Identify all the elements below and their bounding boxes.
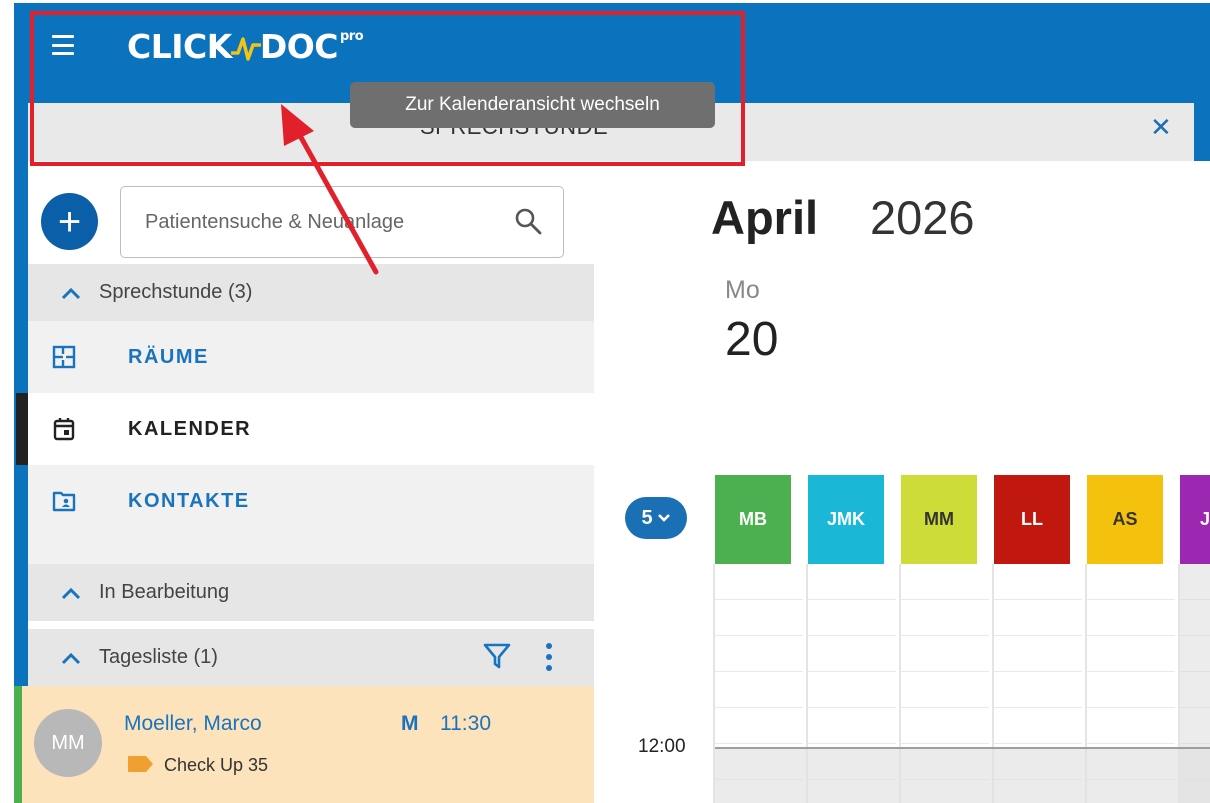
floorplan-icon xyxy=(52,345,76,369)
appointment-tag-icon xyxy=(128,756,153,772)
patient-status-bar xyxy=(14,686,22,803)
resource-column-ll[interactable]: LL xyxy=(994,475,1070,564)
section-header-label: Sprechstunde (3) xyxy=(99,281,253,303)
calendar-year: 2026 xyxy=(870,191,975,244)
patient-name[interactable]: Moeller, Marco xyxy=(124,712,262,736)
calendar-day-number: 20 xyxy=(725,313,779,366)
avatar: MM xyxy=(34,709,102,777)
sidebar-item-label: RÄUME xyxy=(128,345,209,368)
sidebar-item-label: KALENDER xyxy=(128,417,252,440)
resource-count: 5 xyxy=(641,506,653,529)
calendar-weekday: Mo xyxy=(725,276,760,304)
search-icon[interactable] xyxy=(514,207,542,235)
sidebar-item-kontakte[interactable]: KONTAKTE xyxy=(28,465,594,537)
section-header-in-bearbeitung[interactable]: In Bearbeitung xyxy=(28,564,594,621)
resource-column-jmk[interactable]: JMK xyxy=(808,475,884,564)
more-vertical-icon[interactable] xyxy=(542,641,556,673)
sidebar-spacer xyxy=(28,537,594,564)
resource-column-mb[interactable]: MB xyxy=(715,475,791,564)
section-header-sprechstunde[interactable]: Sprechstunde (3) xyxy=(28,264,594,321)
highlight-box xyxy=(30,11,745,166)
calendar-icon xyxy=(53,418,75,441)
resource-column-as[interactable]: AS xyxy=(1087,475,1163,564)
afternoon-shading xyxy=(715,749,1210,803)
chevron-up-icon xyxy=(61,587,81,599)
chevron-up-icon xyxy=(61,287,81,299)
tab-close-icon[interactable]: ✕ xyxy=(1150,114,1172,140)
calendar-month: April xyxy=(711,191,819,244)
resource-count-dropdown[interactable]: 5 xyxy=(625,497,687,539)
patient-search-input[interactable] xyxy=(145,187,495,257)
sidebar-item-raeume[interactable]: RÄUME xyxy=(28,321,594,393)
filter-icon[interactable] xyxy=(483,642,511,670)
app-root: CLICK DOC pro SPRECHSTUNDE ✕ + Sprechstu… xyxy=(0,0,1210,803)
tab-accent-strip xyxy=(1194,103,1210,161)
chevron-down-icon xyxy=(657,514,670,522)
sidebar-item-kalender[interactable]: KALENDER xyxy=(16,393,594,465)
section-header-label: In Bearbeitung xyxy=(99,581,230,603)
patient-doctor-initial: M xyxy=(401,712,419,735)
patient-search-box xyxy=(120,186,564,258)
contacts-folder-icon xyxy=(52,491,76,512)
resource-column-j[interactable]: J xyxy=(1180,475,1210,564)
chevron-up-icon xyxy=(61,652,81,664)
noon-line xyxy=(715,747,1210,749)
section-header-label: Tagesliste (1) xyxy=(99,646,218,668)
add-patient-button[interactable]: + xyxy=(41,193,98,250)
time-label: 12:00 xyxy=(638,736,686,757)
appointment-type: Check Up 35 xyxy=(164,755,269,775)
sidebar-item-label: KONTAKTE xyxy=(128,489,250,512)
resource-column-mm[interactable]: MM xyxy=(901,475,977,564)
patient-appointment-time: 11:30 xyxy=(440,712,491,735)
